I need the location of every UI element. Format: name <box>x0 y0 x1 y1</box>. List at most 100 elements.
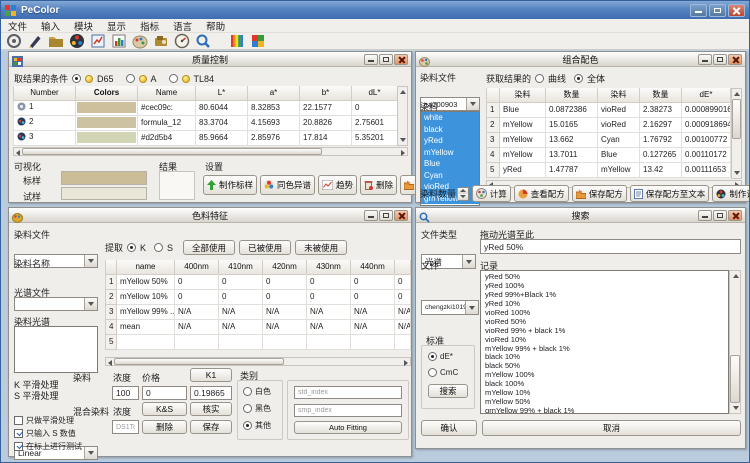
qc-col-b[interactable]: b* <box>300 86 352 100</box>
form-price-input[interactable] <box>142 386 187 400</box>
test-on-standard-checkbox[interactable] <box>14 442 23 451</box>
close-button[interactable] <box>728 4 745 17</box>
qc-col-colors[interactable]: Colors <box>76 86 138 100</box>
menu-input[interactable]: 输入 <box>34 19 67 32</box>
qc-illuminant-d65-radio[interactable] <box>72 74 81 83</box>
list-item[interactable]: grnYellow 99% + black 1% <box>481 407 728 414</box>
auto-fitting-button[interactable]: Auto Fitting <box>294 421 402 434</box>
verify-button[interactable]: 核实 <box>190 402 232 416</box>
metamerism-button[interactable]: 同色异谱 <box>260 175 315 195</box>
s-radio[interactable] <box>154 243 163 252</box>
minimize-button[interactable] <box>690 4 707 17</box>
colorant-col-rownum[interactable] <box>106 260 117 274</box>
confirm-button[interactable]: 确认 <box>421 420 477 436</box>
match-col-de[interactable]: dE* <box>682 88 731 102</box>
smp-index-input[interactable] <box>294 404 402 417</box>
file-dropdown[interactable]: chengzki10190 <box>421 300 479 315</box>
table-row[interactable]: 3 #d2d5b485.96642.8597617.8145.35201-5.4… <box>14 130 398 145</box>
pen-icon[interactable] <box>27 33 43 49</box>
match-col-dye1[interactable]: 染料 <box>500 88 546 102</box>
delete-button[interactable]: 删除 <box>360 175 397 195</box>
unused-button[interactable]: 未被使用 <box>295 240 347 255</box>
list-item[interactable]: mYellow <box>421 147 479 159</box>
smooth-only-checkbox[interactable] <box>14 416 23 425</box>
qc-col-dl[interactable]: dL* <box>352 86 398 100</box>
colorant-header-row[interactable]: name 400nm 410nm 420nm 430nm 440nm <box>106 260 411 274</box>
search-maximize-button[interactable] <box>713 210 727 221</box>
instrument-icon[interactable] <box>153 33 169 49</box>
folder-icon[interactable] <box>48 33 64 49</box>
view-formula-button[interactable]: 查看配方 <box>514 185 569 202</box>
match-close-button[interactable] <box>728 54 742 65</box>
chart-book-icon[interactable] <box>90 33 106 49</box>
menu-help[interactable]: 帮助 <box>199 19 232 32</box>
colorant-col-extra[interactable] <box>395 260 411 274</box>
list-item[interactable]: Blue <box>421 158 479 170</box>
std-index-input[interactable] <box>294 386 402 399</box>
drop-spectrum-input[interactable] <box>480 239 741 254</box>
k1-value-input[interactable] <box>190 386 232 400</box>
qc-col-a[interactable]: a* <box>248 86 300 100</box>
table-row[interactable]: 4mYellow13.7011Blue0.1272650.00110172 <box>487 147 731 162</box>
make-sample-button[interactable]: 制作试样 <box>712 185 750 202</box>
menu-metrics[interactable]: 指标 <box>133 19 166 32</box>
use-all-button[interactable]: 全部使用 <box>183 240 235 255</box>
qc-maximize-button[interactable] <box>379 54 393 65</box>
table-row[interactable]: 3mYellow13.662Cyan1.767920.00100772 <box>487 132 731 147</box>
colorant-title-bar[interactable]: 色料特征 <box>9 208 411 223</box>
s-only-checkbox[interactable] <box>14 429 23 438</box>
list-item[interactable]: white <box>421 112 479 124</box>
delete-entry-button[interactable]: 删除 <box>142 420 187 434</box>
match-vertical-scrollbar[interactable] <box>731 88 742 179</box>
qc-title-bar[interactable]: 质量控制 <box>9 52 411 67</box>
table-row[interactable]: 5yRed1.47787mYellow13.420.00111653 <box>487 162 731 177</box>
colorant-col-440[interactable]: 440nm <box>351 260 395 274</box>
search-minimize-button[interactable] <box>698 210 712 221</box>
cat-white-radio[interactable] <box>243 387 252 396</box>
table-row[interactable]: 2mYellow 10%000000 <box>106 289 411 304</box>
list-item[interactable]: black <box>421 124 479 136</box>
qc-illuminant-tl84-radio[interactable] <box>169 74 178 83</box>
menu-module[interactable]: 模块 <box>67 19 100 32</box>
ks-button[interactable]: K&S <box>142 402 187 416</box>
palette-icon[interactable] <box>132 33 148 49</box>
table-row[interactable]: 4meanN/AN/AN/AN/AN/AN/A <box>106 319 411 334</box>
k-radio[interactable] <box>127 243 136 252</box>
colorant-horizontal-scrollbar[interactable] <box>105 357 411 366</box>
table-row[interactable]: 1Blue0.0872386vioRed2.382730.000899016 <box>487 102 731 117</box>
records-vertical-scrollbar[interactable] <box>729 270 741 414</box>
match-col-qty2[interactable]: 数量 <box>640 88 682 102</box>
cancel-button[interactable]: 取消 <box>482 420 741 436</box>
used-button[interactable]: 已被使用 <box>239 240 291 255</box>
table-row[interactable]: 5 <box>106 334 411 349</box>
table-row[interactable]: 1 #cec09c:80.60448.3285322.157700 <box>14 100 398 115</box>
list-item[interactable]: yRed <box>421 135 479 147</box>
qc-close-button[interactable] <box>394 54 408 65</box>
match-col-dye2[interactable]: 染料 <box>598 88 640 102</box>
table-row[interactable]: 2mYellow15.0165vioRed2.162970.000918694 <box>487 117 731 132</box>
magnifier-icon[interactable] <box>195 33 211 49</box>
color-mosaic-icon[interactable] <box>250 33 266 49</box>
table-row[interactable]: 2 formula_1283.37044.1569320.88262.75601… <box>14 115 398 130</box>
qc-table[interactable]: Number Colors Name L* a* b* dL* 1 #cec09… <box>13 86 398 146</box>
table-row[interactable]: 3mYellow 99% ...N/AN/AN/AN/AN/AN/A <box>106 304 411 319</box>
trend-button[interactable]: 趋势 <box>318 175 357 195</box>
qc-illuminant-a-radio[interactable] <box>126 74 135 83</box>
make-standard-button[interactable]: 制作标样 <box>203 175 257 195</box>
search-button[interactable]: 搜索 <box>428 384 468 398</box>
colorant-col-420[interactable]: 420nm <box>263 260 307 274</box>
mix-conc-input[interactable] <box>112 420 139 434</box>
cat-black-radio[interactable] <box>243 404 252 413</box>
cat-other-radio[interactable] <box>243 421 252 430</box>
qc-minimize-button[interactable] <box>364 54 378 65</box>
colorant-col-410[interactable]: 410nm <box>219 260 263 274</box>
qc-col-name[interactable]: Name <box>138 86 196 100</box>
bar-chart-icon[interactable] <box>111 33 127 49</box>
match-curve-radio[interactable] <box>535 74 544 83</box>
match-minimize-button[interactable] <box>698 54 712 65</box>
qc-col-number[interactable]: Number <box>14 86 76 100</box>
colorant-minimize-button[interactable] <box>364 210 378 221</box>
menu-display[interactable]: 显示 <box>100 19 133 32</box>
k1-button[interactable]: K1 <box>190 368 232 382</box>
colorant-close-button[interactable] <box>394 210 408 221</box>
